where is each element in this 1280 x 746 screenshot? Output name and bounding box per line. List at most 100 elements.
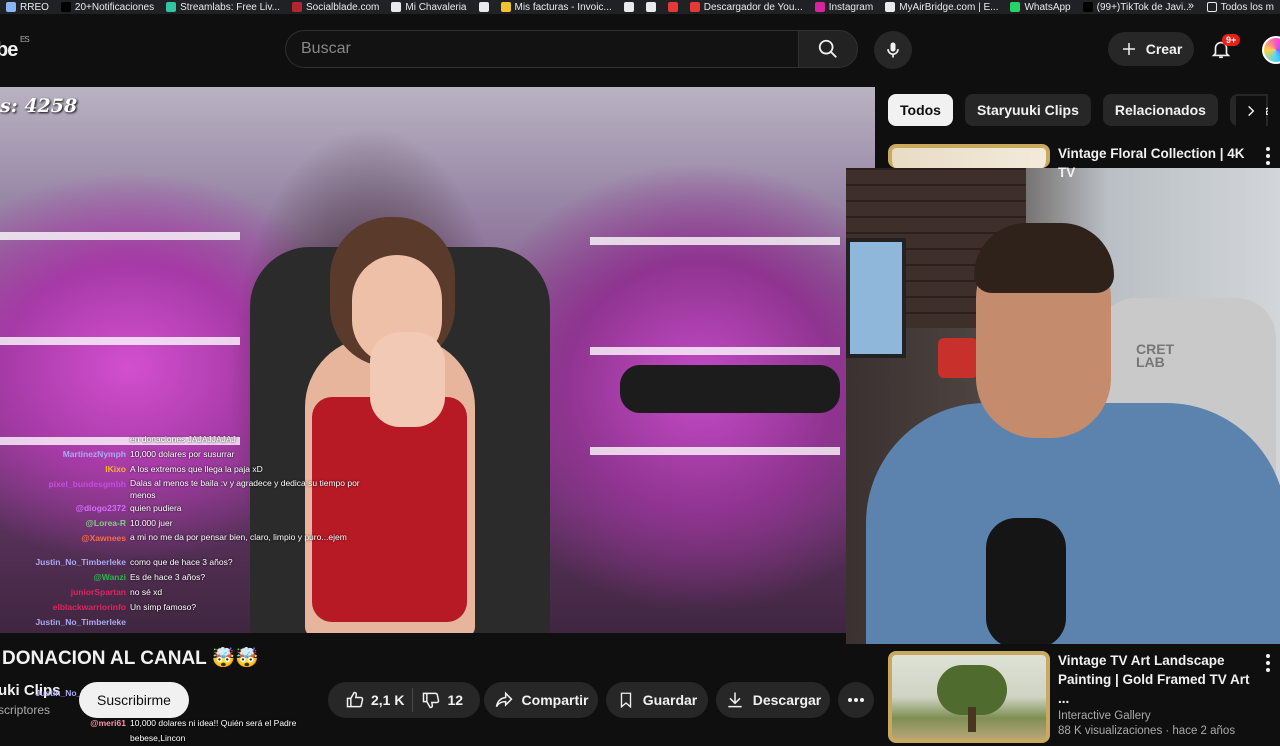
microphone bbox=[620, 365, 840, 413]
video-player[interactable]: s: 4258 en donaciones JAJAJJAJAJ Martinez… bbox=[0, 87, 875, 633]
globe-icon bbox=[391, 2, 402, 12]
search-button[interactable] bbox=[798, 30, 858, 68]
chat-message: en donaciones JAJAJJAJAJ bbox=[0, 432, 400, 447]
chat-message: elblackwarriorinfo Un simp famoso? bbox=[0, 600, 400, 615]
bookmark-label: MyAirBridge.com | E... bbox=[899, 1, 999, 13]
bookmark-item[interactable]: Instagram bbox=[809, 0, 879, 14]
recommendation-title[interactable]: Vintage TV Art Landscape Painting | Gold… bbox=[1058, 651, 1258, 708]
chat-text: quien pudiera bbox=[130, 503, 182, 513]
globe-icon bbox=[623, 2, 634, 12]
chat-text: 10.000 juer bbox=[130, 518, 173, 528]
logo-region: ES bbox=[20, 35, 30, 44]
chip-relacionados[interactable]: Relacionados bbox=[1102, 94, 1218, 126]
video-thumbnail[interactable] bbox=[888, 144, 1050, 168]
bookmark-item[interactable]: 20+Notificaciones bbox=[55, 0, 160, 14]
bookmarks-overflow-button[interactable]: » bbox=[1188, 0, 1194, 12]
chat-message: @Wanzi Es de hace 3 años? bbox=[0, 570, 400, 585]
bookmarks-bar: RREO 20+Notificaciones Streamlabs: Free Li… bbox=[0, 0, 1280, 14]
recommendation-info: Vintage Floral Collection | 4K TV bbox=[1058, 144, 1258, 182]
bookmark-item[interactable]: RREO bbox=[0, 0, 55, 14]
chat-username: Justin_No_Timberleke bbox=[0, 630, 130, 633]
more-vertical-icon[interactable] bbox=[1260, 653, 1276, 673]
chat-text: Es de hace 3 años? bbox=[130, 572, 206, 582]
recommendation-title[interactable]: Vintage Floral Collection | 4K TV bbox=[1058, 144, 1258, 182]
bookmark-item[interactable]: (99+)TikTok de Javi... bbox=[1077, 0, 1198, 14]
whatsapp-icon bbox=[1010, 2, 1021, 12]
chip-todos[interactable]: Todos bbox=[888, 94, 953, 126]
chat-username bbox=[0, 432, 130, 447]
shelf bbox=[0, 232, 240, 240]
shelf bbox=[0, 337, 240, 345]
like-button[interactable]: 2,1 K bbox=[345, 690, 404, 710]
download-button[interactable]: Descargar bbox=[716, 682, 830, 718]
more-actions-button[interactable] bbox=[838, 682, 874, 718]
dislike-button[interactable]: 12 bbox=[421, 690, 463, 710]
shelf bbox=[590, 237, 840, 245]
more-horizontal-icon bbox=[848, 698, 864, 702]
thumbs-down-icon bbox=[423, 692, 440, 709]
bookmark-item[interactable]: Descargador de You... bbox=[684, 0, 809, 14]
chat-message: pixel_bundesgmbh Dalas al menos te baila … bbox=[0, 477, 400, 501]
bookmark-item[interactable]: MyAirBridge.com | E... bbox=[879, 0, 1004, 14]
chat-message: bebese,Lincon bbox=[0, 731, 340, 746]
all-bookmarks-button[interactable]: Todos los m bbox=[1200, 0, 1280, 14]
microphone bbox=[986, 518, 1066, 644]
recommendation-card[interactable]: Vintage Floral Collection | 4K TV bbox=[888, 144, 1280, 180]
voice-search-button[interactable] bbox=[874, 31, 912, 69]
bookmark-item[interactable] bbox=[640, 0, 662, 14]
video-thumbnail[interactable] bbox=[888, 651, 1050, 743]
chat-text: A los extremos que llega la paja xD bbox=[130, 464, 263, 474]
dislike-count: 12 bbox=[447, 692, 464, 708]
recommendation-card[interactable]: Vintage TV Art Landscape Painting | Gold… bbox=[888, 651, 1280, 743]
chat-username: MartinezNymph bbox=[62, 449, 126, 459]
chat-username: juniorSpartan bbox=[70, 587, 126, 597]
bookmark-label: WhatsApp bbox=[1024, 1, 1071, 13]
bookmark-label: (99+)TikTok de Javi... bbox=[1096, 1, 1192, 13]
chat-username: @meri61 bbox=[90, 718, 126, 728]
bookmark-item[interactable]: Mi Chavaleria bbox=[385, 0, 472, 14]
bookmark-label: 20+Notificaciones bbox=[74, 1, 155, 13]
youtube-logo[interactable]: be ES bbox=[0, 35, 30, 62]
search-icon bbox=[818, 39, 837, 58]
search-input[interactable]: Buscar bbox=[285, 30, 798, 68]
bookmark-item[interactable]: Mis facturas - Invoic... bbox=[495, 0, 618, 14]
all-bookmarks-label: Todos los m bbox=[1220, 1, 1274, 13]
more-vertical-icon[interactable] bbox=[1260, 146, 1276, 166]
share-button[interactable]: Compartir bbox=[484, 682, 598, 718]
chat-message: @meri61 10,000 dolares ni idea!! Quién se… bbox=[0, 716, 340, 731]
bookmark-item[interactable]: Socialblade.com bbox=[286, 0, 385, 14]
save-button[interactable]: Guardar bbox=[606, 682, 708, 718]
create-button[interactable]: Crear bbox=[1108, 32, 1194, 66]
subscribe-button[interactable]: Suscribirme bbox=[79, 682, 189, 718]
chat-message: @Xawnees a mi no me da por pensar bien, c… bbox=[0, 531, 400, 555]
chat-username: Justin_No_Timberleke bbox=[35, 557, 126, 567]
bookmark-item[interactable]: Streamlabs: Free Liv... bbox=[160, 0, 286, 14]
bookmark-item[interactable] bbox=[618, 0, 640, 14]
chips-next-button[interactable] bbox=[1236, 96, 1266, 126]
bookmark-label: Socialblade.com bbox=[305, 1, 380, 13]
chat-overlay: en donaciones JAJAJJAJAJ MartinezNymph 10,… bbox=[0, 432, 400, 633]
recommendation-meta: 88 K visualizaciones · hace 2 años bbox=[1058, 725, 1236, 737]
bookmark-icon bbox=[620, 692, 631, 709]
chat-message: IKixo A los extremos que llega la paja xD bbox=[0, 462, 400, 477]
chat-text: a mi no me da por pensar bien, claro, li… bbox=[130, 532, 347, 542]
bookmark-item[interactable] bbox=[662, 0, 684, 14]
recommendation-info: Vintage TV Art Landscape Painting | Gold… bbox=[1058, 651, 1258, 737]
bookmark-item[interactable] bbox=[473, 0, 495, 14]
recommendation-channel[interactable]: Interactive Gallery bbox=[1058, 710, 1258, 722]
chat-message: MartinezNymph 10,000 dolares por susurrar bbox=[0, 447, 400, 462]
chip-staryuuki-clips[interactable]: Staryuuki Clips bbox=[964, 94, 1091, 126]
chair-brand-label: CRET LAB bbox=[1136, 341, 1175, 370]
bookmark-item[interactable]: WhatsApp bbox=[1004, 0, 1076, 14]
chat-text: Un simp famoso? bbox=[130, 602, 197, 612]
bookmark-label: Streamlabs: Free Liv... bbox=[180, 1, 280, 13]
account-avatar[interactable] bbox=[1262, 36, 1280, 64]
chat-text: 10,000 dolares por susurrar bbox=[130, 449, 235, 459]
tiktok-icon bbox=[1082, 2, 1093, 12]
chat-message: juniorSpartan no sé xd bbox=[0, 585, 400, 600]
video-title: DONACION AL CANAL 🤯🤯 bbox=[2, 648, 260, 669]
bookmark-label: Instagram bbox=[828, 1, 874, 13]
create-label: Crear bbox=[1145, 41, 1183, 57]
filter-chips: TodosStaryuuki ClipsRelacionadosPara ti bbox=[888, 94, 1268, 126]
chat-text: como que de hace 3 años? bbox=[130, 557, 233, 567]
